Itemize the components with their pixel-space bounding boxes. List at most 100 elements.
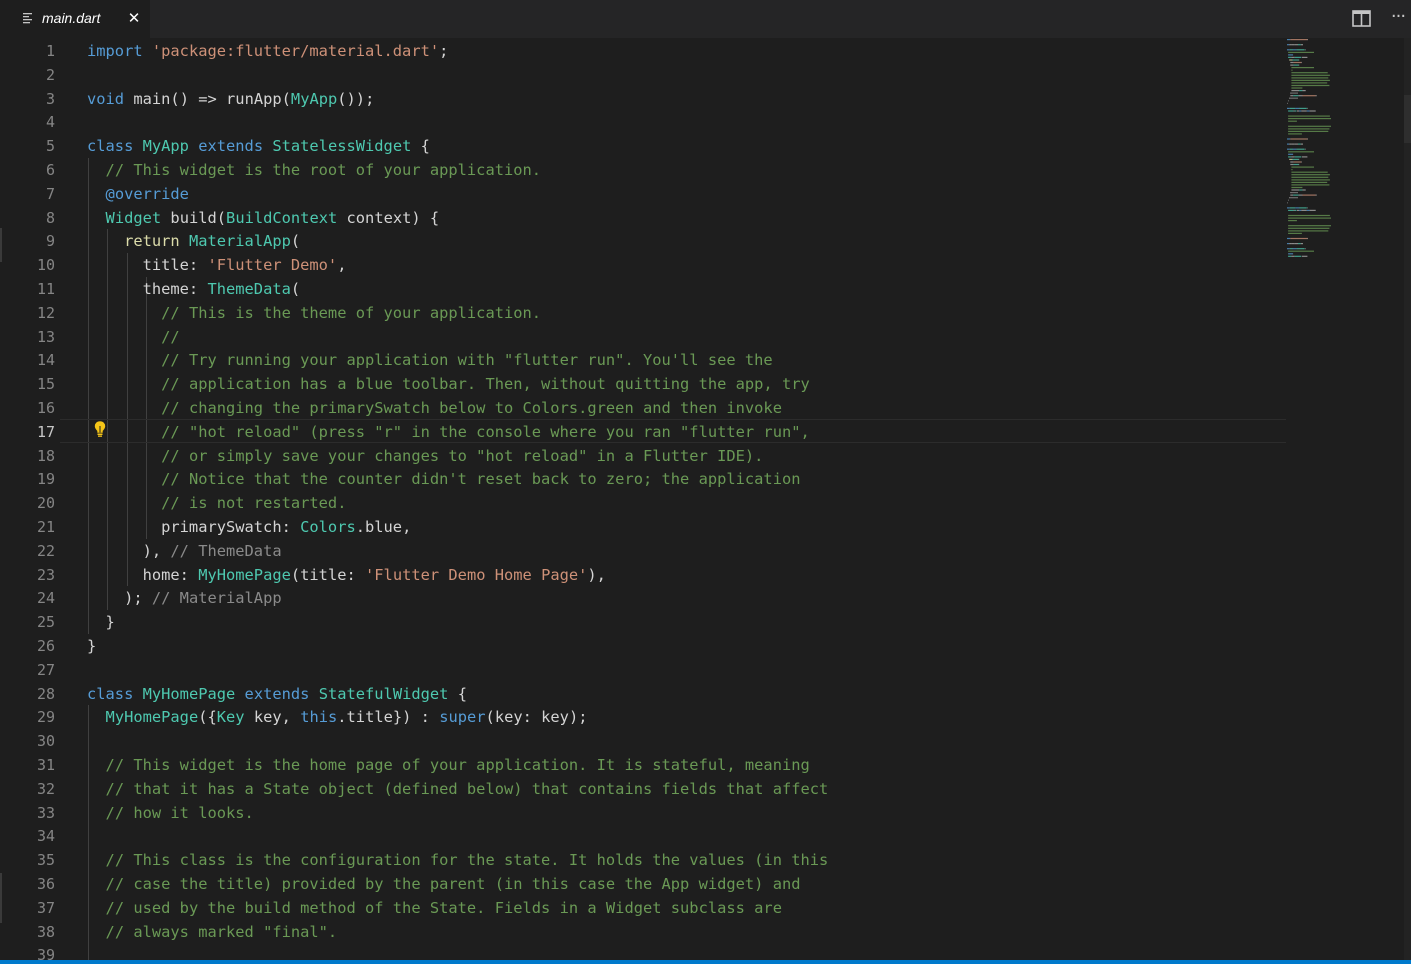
line-number: 35	[0, 848, 55, 872]
code-token: // is not restarted.	[161, 494, 346, 512]
code-token: {	[448, 685, 467, 703]
minimap-line	[1302, 256, 1308, 257]
code-line[interactable]: // This widget is the home page of your …	[87, 753, 810, 777]
code-token: import	[87, 42, 152, 60]
minimap-line	[1291, 144, 1294, 145]
code-line[interactable]: return MaterialApp(	[87, 229, 300, 253]
code-line[interactable]: primarySwatch: Colors.blue,	[87, 515, 411, 539]
minimap-line	[1294, 164, 1299, 165]
minimap-line	[1288, 52, 1314, 53]
code-line[interactable]: // is not restarted.	[87, 491, 346, 515]
close-icon[interactable]: ✕	[124, 8, 144, 28]
split-editor-icon[interactable]	[1352, 10, 1371, 27]
code-line[interactable]: // case the title) provided by the paren…	[87, 872, 801, 896]
code-line[interactable]: Widget build(BuildContext context) {	[87, 206, 439, 230]
line-number: 36	[0, 872, 55, 896]
minimap-line	[1294, 161, 1302, 162]
code-line[interactable]: @override	[87, 182, 189, 206]
code-token	[87, 304, 161, 322]
minimap-line	[1294, 144, 1297, 145]
minimap-line	[1289, 59, 1292, 60]
code-token: // always marked "final".	[106, 923, 338, 941]
minimap-line	[1290, 197, 1298, 198]
minimap-line	[1288, 57, 1291, 58]
code-line[interactable]: // changing the primarySwatch below to C…	[87, 396, 782, 420]
code-line[interactable]: home: MyHomePage(title: 'Flutter Demo Ho…	[87, 563, 606, 587]
minimap-line	[1288, 133, 1302, 134]
code-line[interactable]: }	[87, 610, 115, 634]
minimap-line	[1295, 207, 1299, 208]
minimap-line	[1288, 256, 1291, 257]
line-number: 9	[0, 229, 55, 253]
code-line[interactable]: // Try running your application with "fl…	[87, 348, 773, 372]
code-line[interactable]: // "hot reload" (press "r" in the consol…	[87, 420, 810, 444]
code-token: () =>	[170, 90, 226, 108]
code-line[interactable]: void main() => runApp(MyApp());	[87, 87, 374, 111]
code-token: home:	[87, 566, 198, 584]
code-line[interactable]: // This is the theme of your application…	[87, 301, 541, 325]
minimap-line	[1293, 195, 1299, 196]
code-token: title:	[87, 256, 207, 274]
code-token: ThemeData	[207, 280, 290, 298]
vertical-scrollbar[interactable]	[1404, 38, 1411, 960]
code-token	[87, 209, 106, 227]
minimap-line	[1288, 230, 1328, 231]
code-token: // how it looks.	[106, 804, 254, 822]
code-line[interactable]: // that it has a State object (defined b…	[87, 777, 828, 801]
code-line[interactable]: // Notice that the counter didn't reset …	[87, 467, 801, 491]
scrollbar-thumb[interactable]	[1404, 95, 1411, 143]
minimap-line	[1290, 138, 1307, 139]
minimap-line	[1291, 256, 1294, 257]
code-line[interactable]: // This widget is the root of your appli…	[87, 158, 541, 182]
lightbulb-icon[interactable]	[93, 420, 107, 438]
code-token	[87, 923, 106, 941]
minimap-line	[1287, 49, 1290, 50]
code-line[interactable]: class MyApp extends StatelessWidget {	[87, 134, 430, 158]
minimap-line	[1291, 184, 1329, 185]
code-token: super	[439, 708, 485, 726]
code-line[interactable]: // used by the build method of the State…	[87, 896, 782, 920]
line-number: 29	[0, 705, 55, 729]
code-editor[interactable]: 1234567891011121314151617181920212223242…	[0, 38, 1411, 960]
code-line[interactable]: //	[87, 325, 180, 349]
code-line[interactable]: }	[87, 634, 96, 658]
code-line[interactable]: theme: ThemeData(	[87, 277, 300, 301]
code-line[interactable]: ); // MaterialApp	[87, 586, 282, 610]
tab-main-dart[interactable]: main.dart ✕	[0, 0, 150, 38]
more-actions-icon[interactable]: ···	[1388, 6, 1408, 28]
code-token: extends	[245, 685, 319, 703]
minimap-line	[1302, 57, 1308, 58]
code-token: MyApp	[143, 137, 199, 155]
code-line[interactable]: class MyHomePage extends StatefulWidget …	[87, 682, 467, 706]
code-line[interactable]: import 'package:flutter/material.dart';	[87, 39, 448, 63]
code-line[interactable]: ), // ThemeData	[87, 539, 282, 563]
code-line[interactable]: MyHomePage({Key key, this.title}) : supe…	[87, 705, 587, 729]
minimap-line	[1291, 87, 1302, 88]
line-number: 31	[0, 753, 55, 777]
code-line[interactable]: // how it looks.	[87, 801, 254, 825]
code-token: Widget	[106, 209, 171, 227]
minimap-line	[1299, 159, 1300, 160]
code-token	[87, 851, 106, 869]
code-line[interactable]: // This class is the configuration for t…	[87, 848, 828, 872]
tab-label: main.dart	[42, 9, 100, 27]
code-token: // Notice that the counter didn't reset …	[161, 470, 800, 488]
minimap-line	[1302, 189, 1305, 190]
line-number: 8	[0, 206, 55, 230]
code-token: MyApp	[291, 90, 337, 108]
minimap-line	[1288, 251, 1314, 252]
minimap-line	[1293, 95, 1299, 96]
line-number: 4	[0, 110, 55, 134]
line-number: 28	[0, 682, 55, 706]
code-line[interactable]: // or simply save your changes to "hot r…	[87, 444, 763, 468]
code-line[interactable]: title: 'Flutter Demo',	[87, 253, 346, 277]
minimap[interactable]	[1286, 38, 1376, 260]
code-token	[87, 447, 161, 465]
code-token: .blue,	[356, 518, 412, 536]
code-token	[87, 399, 161, 417]
code-line[interactable]: // application has a blue toolbar. Then,…	[87, 372, 810, 396]
minimap-line	[1290, 161, 1293, 162]
minimap-line	[1288, 131, 1328, 132]
code-line[interactable]: // always marked "final".	[87, 920, 337, 944]
minimap-line	[1288, 228, 1329, 229]
